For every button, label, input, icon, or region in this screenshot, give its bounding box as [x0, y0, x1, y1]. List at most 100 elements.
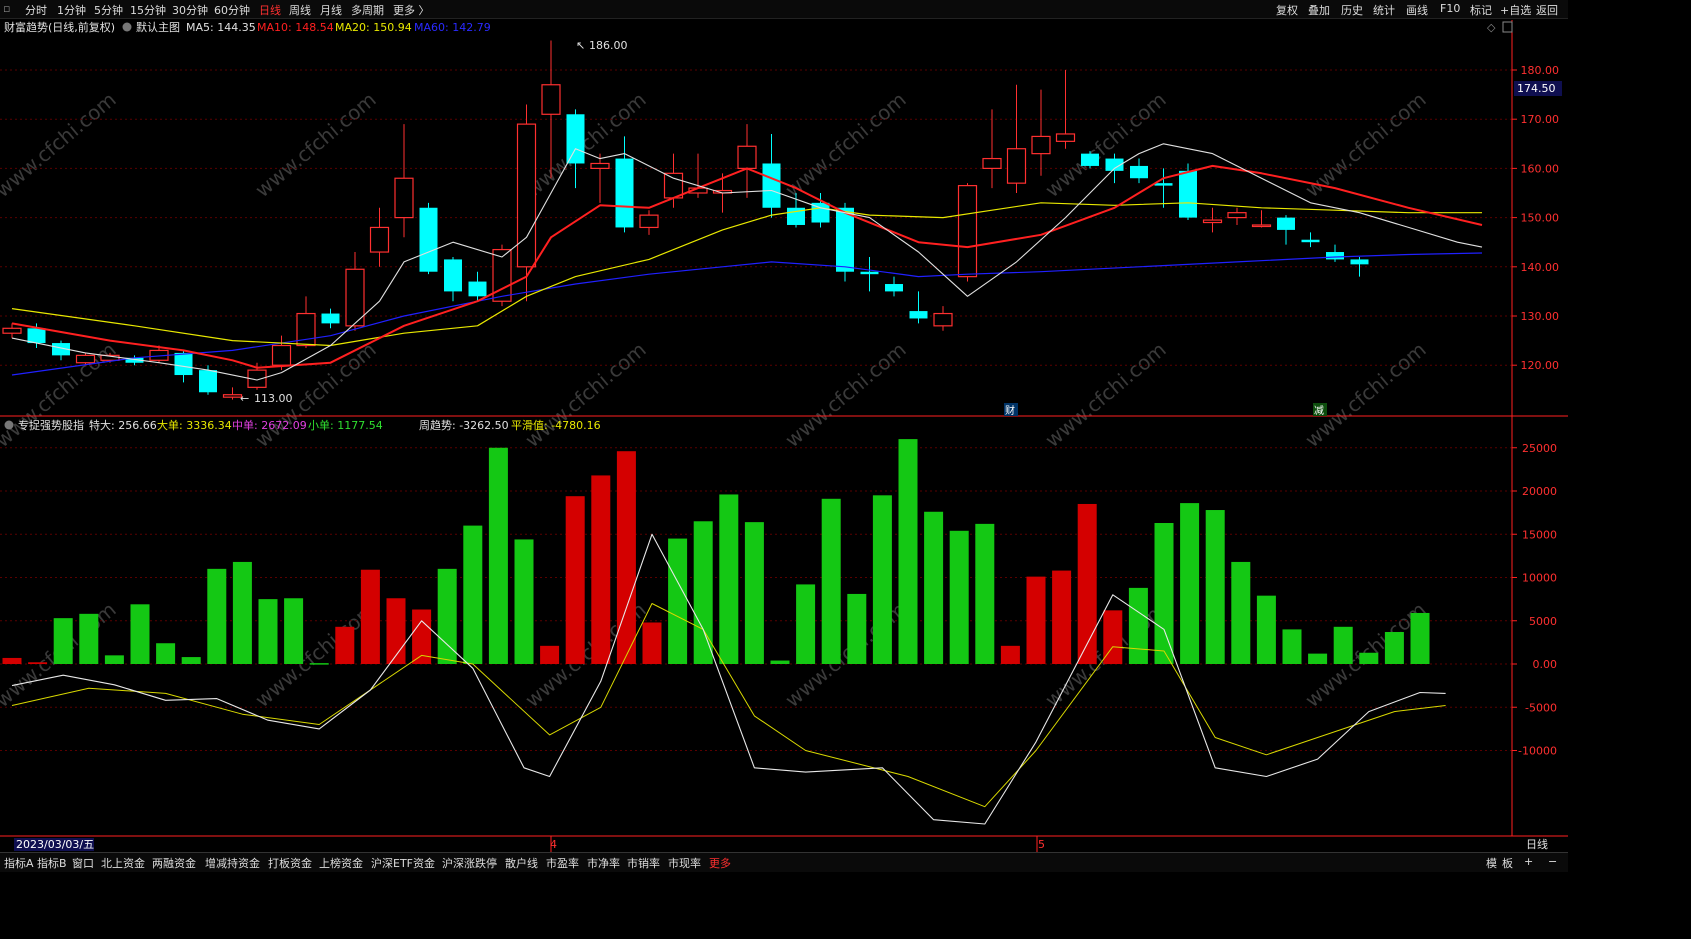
indicator-bar[interactable]	[284, 598, 304, 664]
panel-toggle-icon[interactable]	[1502, 21, 1513, 33]
indicator-bar[interactable]	[975, 523, 995, 664]
indicator-bar[interactable]	[1410, 612, 1430, 664]
indicator-bar[interactable]	[1052, 570, 1072, 664]
tab-window[interactable]: 窗口	[72, 855, 94, 871]
tab-retail-line[interactable]: 散户线	[505, 855, 538, 871]
candle-body-up[interactable]	[1031, 135, 1051, 155]
indicator-bar[interactable]	[309, 663, 329, 665]
indicator-bar[interactable]	[1205, 510, 1225, 664]
candle-body-up[interactable]	[75, 354, 96, 364]
candle-body-up[interactable]	[394, 177, 414, 219]
tab-pe-ratio[interactable]: 市盈率	[546, 855, 579, 871]
candle-body-down[interactable]	[860, 271, 879, 275]
candle-body-up[interactable]	[2, 327, 22, 334]
indicator-bar[interactable]	[1128, 587, 1148, 664]
zoom-out-button[interactable]: −	[1548, 855, 1557, 868]
zoom-in-button[interactable]: +	[1524, 855, 1533, 868]
indicator-bar[interactable]	[53, 618, 73, 664]
candle-body-up[interactable]	[639, 214, 659, 229]
tab-billboard-funds[interactable]: 上榜资金	[319, 855, 363, 871]
indicator-bar[interactable]	[207, 568, 227, 664]
candle-body-down[interactable]	[1326, 252, 1344, 260]
indicator-bar[interactable]	[1333, 626, 1353, 664]
candle-body-down[interactable]	[885, 284, 903, 292]
indicator-bar[interactable]	[668, 538, 688, 664]
indicator-bar[interactable]	[386, 598, 406, 664]
tab-more-indicators[interactable]: 更多	[709, 855, 731, 871]
candle-body-down[interactable]	[1301, 239, 1320, 243]
indicator-bar[interactable]	[1308, 653, 1328, 664]
indicator-bar[interactable]	[130, 604, 150, 664]
indicator-bar[interactable]	[258, 599, 278, 664]
settings-icon[interactable]	[122, 22, 132, 32]
indicator-bar[interactable]	[232, 561, 252, 664]
tab-indicator-a[interactable]: 指标A	[4, 855, 34, 871]
indicator-bar[interactable]	[565, 496, 585, 664]
tab-margin-funds[interactable]: 两融资金	[152, 855, 196, 871]
candle-body-down[interactable]	[1081, 153, 1099, 166]
tab-pcf-ratio[interactable]: 市现率	[668, 855, 701, 871]
chart-canvas[interactable]: www.cfchi.com www.cfchi.com www.cfchi.com w…	[0, 0, 1568, 871]
candle-body-up[interactable]	[222, 394, 243, 398]
indicator-bar[interactable]	[1180, 503, 1200, 664]
candle-body-up[interactable]	[271, 344, 292, 366]
main-mode-label[interactable]: 默认主图	[136, 21, 180, 34]
indicator-bar[interactable]	[744, 522, 764, 664]
indicator-bar[interactable]	[949, 530, 969, 664]
candle-body-down[interactable]	[1277, 217, 1295, 230]
indicator-bar[interactable]	[821, 498, 841, 664]
candle-body-down[interactable]	[615, 158, 634, 228]
indicator-bar[interactable]	[360, 569, 380, 664]
indicator-bar[interactable]	[1026, 576, 1046, 664]
candle-body-down[interactable]	[419, 207, 438, 272]
candle-body-up[interactable]	[933, 312, 953, 327]
indicator-bar[interactable]	[1231, 561, 1251, 664]
candle-body-up[interactable]	[516, 123, 537, 268]
candlestick-layer[interactable]	[2, 40, 1369, 400]
indicator-bar[interactable]	[1000, 645, 1020, 664]
tab-ps-ratio[interactable]: 市销率	[627, 855, 660, 871]
indicator-bar[interactable]	[898, 439, 918, 664]
indicator-bar[interactable]	[693, 521, 713, 664]
indicator-bar[interactable]	[463, 525, 483, 664]
candle-body-up[interactable]	[957, 185, 978, 278]
tab-etf-funds[interactable]: 沪深ETF资金	[371, 855, 435, 871]
candle-body-up[interactable]	[1202, 219, 1223, 224]
indicator-bar[interactable]	[719, 494, 739, 664]
indicator-bar[interactable]	[28, 662, 48, 664]
indicator-bar[interactable]	[1154, 523, 1174, 664]
tab-limit-stats[interactable]: 沪深涨跌停	[442, 855, 497, 871]
candle-body-up[interactable]	[1055, 133, 1076, 142]
candle-body-down[interactable]	[762, 163, 781, 208]
candle-body-up[interactable]	[982, 157, 1002, 169]
candle-body-down[interactable]	[1179, 170, 1197, 218]
candle-body-down[interactable]	[321, 313, 340, 324]
indicator-bar[interactable]	[514, 539, 534, 664]
diamond-icon[interactable]: ◇	[1487, 21, 1496, 34]
indicator-bar[interactable]	[616, 451, 636, 664]
indicator-bar[interactable]	[642, 622, 662, 664]
indicator-bar[interactable]	[1077, 503, 1097, 664]
indicator-bar[interactable]	[796, 584, 816, 664]
candle-body-up[interactable]	[737, 145, 757, 169]
indicator-bar[interactable]	[2, 657, 22, 664]
indicator-bar[interactable]	[488, 447, 508, 664]
candle-body-up[interactable]	[541, 84, 561, 115]
candle-body-down[interactable]	[199, 370, 217, 393]
tab-northbound-funds[interactable]: 北上资金	[101, 855, 145, 871]
candle-body-down[interactable]	[174, 352, 193, 376]
indicator-bar[interactable]	[872, 495, 892, 664]
indicator-bar[interactable]	[79, 613, 99, 664]
candle-body-up[interactable]	[590, 162, 610, 169]
tab-pb-ratio[interactable]: 市净率	[587, 855, 620, 871]
candle-body-down[interactable]	[1350, 259, 1369, 265]
indicator-bar[interactable]	[540, 645, 560, 664]
template-button[interactable]: 模	[1486, 855, 1497, 871]
candle-body-down[interactable]	[468, 281, 487, 297]
indicator-bar[interactable]	[156, 643, 176, 664]
tab-holding-change-funds[interactable]: 增减持资金	[205, 855, 260, 871]
board-button[interactable]: 板	[1502, 855, 1513, 871]
indicator-bar[interactable]	[1282, 629, 1302, 664]
volume-bars-layer[interactable]	[2, 439, 1430, 665]
indicator-bar[interactable]	[847, 593, 867, 664]
